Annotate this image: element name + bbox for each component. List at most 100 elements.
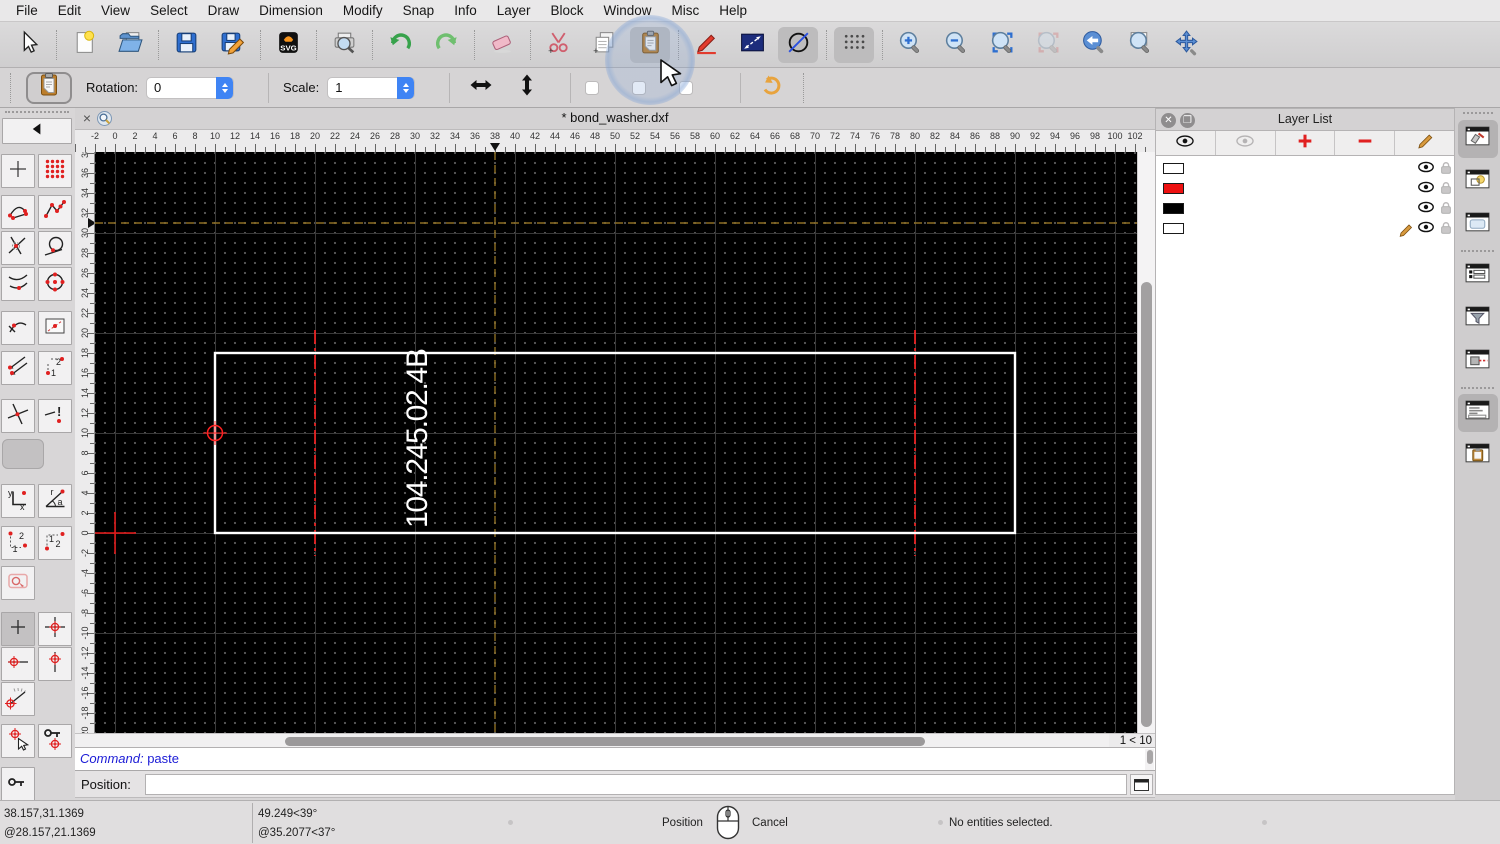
svg-export-button[interactable]: SVG [268, 27, 308, 63]
layer-row-0[interactable] [1156, 158, 1454, 178]
dock-clipboard-toggle[interactable] [1458, 437, 1498, 475]
hscroll-thumb[interactable] [285, 736, 925, 746]
zoom-window-button[interactable] [1028, 27, 1068, 63]
checkbox-box[interactable] [585, 80, 600, 95]
checkbox-overwrite-blocks[interactable] [679, 80, 700, 95]
lock-zero-button[interactable] [1, 767, 35, 801]
position-input[interactable] [145, 774, 1127, 795]
layer-visibility-eye-icon[interactable] [1418, 200, 1434, 218]
draw-pen-button[interactable] [686, 27, 726, 63]
zoom-auto-button[interactable] [982, 27, 1022, 63]
menu-file[interactable]: File [6, 0, 48, 22]
copy-button[interactable]: + [584, 27, 624, 63]
scale-stepper[interactable] [397, 76, 415, 99]
save-button[interactable] [166, 27, 206, 63]
coord-relative-button[interactable]: 12 [1, 526, 35, 560]
menu-window[interactable]: Window [594, 0, 662, 22]
menu-select[interactable]: Select [140, 0, 198, 22]
cut-button[interactable]: + [538, 27, 578, 63]
menu-misc[interactable]: Misc [662, 0, 710, 22]
snap-tangent-button[interactable] [38, 231, 72, 265]
paste-tool-indicator[interactable] [26, 71, 72, 104]
menu-dimension[interactable]: Dimension [249, 0, 333, 22]
snap-intersection-button[interactable] [1, 399, 35, 433]
edit-layer-button[interactable] [1395, 131, 1454, 155]
layer-color-swatch[interactable] [1163, 222, 1184, 234]
layer-visibility-eye-icon[interactable] [1418, 160, 1434, 178]
new-file-button[interactable] [64, 27, 104, 63]
save-as-button[interactable] [212, 27, 252, 63]
canvas-horizontal-scrollbar[interactable] [75, 733, 1155, 748]
grid-dots-button[interactable] [834, 26, 874, 63]
layer-visibility-eye-icon[interactable] [1418, 180, 1434, 198]
layer-color-swatch[interactable] [1163, 202, 1184, 214]
zoom-page-button[interactable] [1120, 27, 1160, 63]
snap-free-button[interactable] [1, 154, 35, 188]
rotation-stepper[interactable] [216, 76, 234, 99]
menu-layer[interactable]: Layer [487, 0, 541, 22]
restrict-orthogonal-button[interactable] [1, 351, 35, 385]
flip-vertical-button[interactable] [510, 71, 544, 105]
coord-polar-button[interactable]: ra [38, 484, 72, 518]
snap-distance-points-button[interactable]: 12 [38, 351, 72, 385]
zoom-previous-button[interactable] [1074, 27, 1114, 63]
set-relative-zero-button[interactable] [1, 724, 35, 758]
snap-distance-button[interactable] [1, 311, 35, 345]
checkbox-to-current-layer[interactable] [585, 80, 606, 95]
layer-row-center[interactable] [1156, 178, 1454, 198]
distance-arrow-button[interactable] [732, 27, 772, 63]
dock-drag-handle[interactable] [1463, 112, 1493, 114]
layer-row-visible[interactable] [1156, 218, 1454, 238]
add-layer-button[interactable] [1276, 131, 1336, 155]
snap-endpoints-button[interactable] [1, 195, 35, 229]
zoom-in-button[interactable] [890, 27, 930, 63]
show-all-layers-button[interactable] [1156, 131, 1216, 155]
snap-grid-button[interactable] [38, 154, 72, 188]
dock-selection-filter-toggle[interactable] [1458, 300, 1498, 338]
layer-row-hidden[interactable] [1156, 198, 1454, 218]
pan-button[interactable] [1166, 27, 1206, 63]
restrict-angle-button[interactable] [1, 682, 35, 716]
dock-entity-list-toggle[interactable] [1458, 257, 1498, 295]
checkbox-box[interactable] [632, 80, 647, 95]
vscroll-thumb[interactable] [1141, 282, 1152, 727]
scale-spinner[interactable]: 1 [327, 76, 416, 99]
auto-button[interactable] [2, 439, 44, 469]
checkbox-overwrite-layers[interactable] [632, 80, 653, 95]
remove-layer-button[interactable] [1335, 131, 1396, 155]
menu-view[interactable]: View [91, 0, 140, 22]
eraser-button[interactable] [482, 27, 522, 63]
palette-drag-handle[interactable] [5, 111, 69, 113]
layer-lock-icon[interactable] [1439, 221, 1453, 240]
circle-strike-button[interactable] [778, 26, 818, 63]
menu-draw[interactable]: Draw [198, 0, 250, 22]
snap-center-button[interactable] [38, 267, 72, 301]
menu-help[interactable]: Help [709, 0, 757, 22]
paste-button[interactable] [630, 26, 670, 63]
coord-cartesian-button[interactable]: yx [1, 484, 35, 518]
undo-paste-button[interactable] [755, 71, 789, 105]
restrict-both-button[interactable] [38, 612, 72, 646]
checkbox-box[interactable] [679, 80, 694, 95]
redo-button[interactable] [426, 27, 466, 63]
undo-button[interactable] [380, 27, 420, 63]
snap-perpendicular-button[interactable] [1, 231, 35, 265]
dock-library-browser-toggle[interactable] [1458, 206, 1498, 244]
select-arrow-button[interactable] [8, 27, 48, 63]
canvas-vertical-scrollbar[interactable] [1137, 152, 1155, 733]
menu-info[interactable]: Info [444, 0, 487, 22]
zoom-out-button[interactable] [936, 27, 976, 63]
dock-laser-info-toggle[interactable] [1458, 343, 1498, 381]
command-scrollbar[interactable] [1145, 749, 1154, 770]
snap-middle-button[interactable] [1, 267, 35, 301]
snap-reference-button[interactable] [38, 311, 72, 345]
layer-visibility-eye-icon[interactable] [1418, 220, 1434, 238]
restrict-vertical-button[interactable] [38, 647, 72, 681]
hide-all-layers-button[interactable] [1216, 131, 1276, 155]
menu-modify[interactable]: Modify [333, 0, 393, 22]
restrict-free-button[interactable] [1, 612, 35, 646]
layer-color-swatch[interactable] [1163, 162, 1184, 174]
command-options-button[interactable] [1130, 774, 1153, 795]
flip-horizontal-button[interactable] [464, 71, 498, 105]
layer-color-swatch[interactable] [1163, 182, 1184, 194]
